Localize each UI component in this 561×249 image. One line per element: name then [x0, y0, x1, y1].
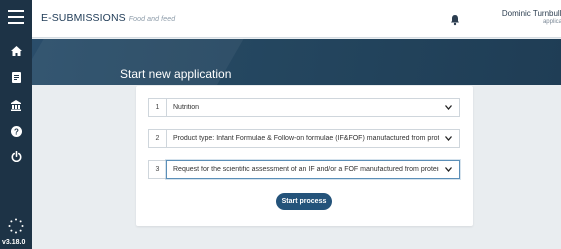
brand[interactable]: E-SUBMISSIONS Food and feed — [41, 12, 175, 24]
chevron-down-icon — [443, 165, 453, 175]
spinner-icon — [0, 218, 32, 234]
user-name: Dominic Turnbull — [501, 9, 561, 18]
step-number: 2 — [148, 129, 166, 148]
user-menu[interactable]: Dominic Turnbull▾ applicant — [497, 9, 561, 25]
step-row-3: 3 Request for the scientific assessment … — [148, 160, 460, 179]
step-3-select[interactable]: Request for the scientific assessment of… — [166, 160, 460, 179]
start-process-button[interactable]: Start process — [276, 193, 332, 210]
help-icon[interactable]: ? — [0, 124, 32, 138]
chevron-down-icon — [443, 134, 453, 144]
step-2-value: Product type: Infant Formulae & Follow-o… — [173, 135, 439, 142]
step-3-value: Request for the scientific assessment of… — [173, 166, 439, 173]
step-1-select[interactable]: Nutrition — [166, 98, 460, 117]
chevron-down-icon — [443, 103, 453, 113]
sidebar: ? v3.18.0 — [0, 0, 32, 249]
step-number: 3 — [148, 160, 166, 179]
menu-icon[interactable] — [0, 6, 32, 28]
brand-subtitle: Food and feed — [128, 16, 176, 23]
step-2-select[interactable]: Product type: Infant Formulae & Follow-o… — [166, 129, 460, 148]
bell-icon[interactable] — [450, 13, 460, 26]
top-bar: E-SUBMISSIONS Food and feed Dominic Turnb… — [32, 0, 561, 38]
svg-text:?: ? — [14, 127, 19, 136]
home-icon[interactable] — [0, 44, 32, 58]
application-form-card: 1 Nutrition 2 Product type: Infant Formu… — [136, 86, 473, 226]
building-icon[interactable] — [0, 98, 32, 112]
step-row-1: 1 Nutrition — [148, 98, 460, 117]
page-title: Start new application — [120, 67, 232, 81]
version-label: v3.18.0 — [2, 239, 26, 246]
user-role: applicant — [542, 19, 561, 25]
power-icon[interactable] — [0, 149, 32, 163]
step-1-value: Nutrition — [173, 104, 200, 111]
step-row-2: 2 Product type: Infant Formulae & Follow… — [148, 129, 460, 148]
document-icon[interactable] — [0, 70, 32, 84]
brand-title: E-SUBMISSIONS — [41, 12, 126, 24]
page-header: Start new application — [32, 39, 561, 85]
step-number: 1 — [148, 98, 166, 117]
